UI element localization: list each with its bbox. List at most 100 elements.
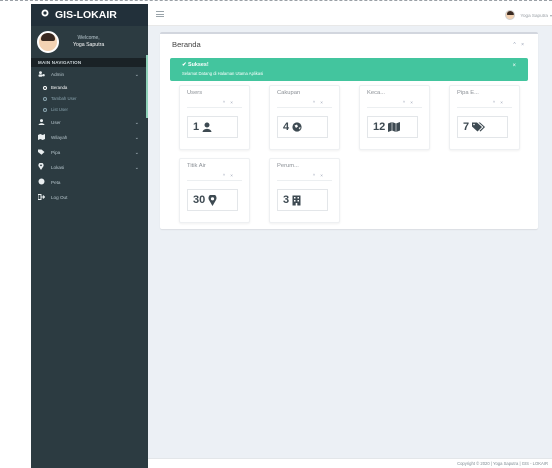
card-value: 3	[283, 194, 290, 206]
avatar	[37, 31, 59, 53]
divider	[277, 107, 332, 108]
box-tools[interactable]: ^ ×	[513, 42, 526, 48]
circle-icon	[43, 107, 47, 112]
stat-card-pipa: Pipa E... ^ × 7	[449, 85, 520, 150]
sidebar-item-lokasi[interactable]: Lokasi ⌄	[31, 160, 148, 175]
card-value-box: 7	[457, 116, 508, 138]
header-user-name: Yoga Saputra	[520, 12, 548, 18]
divider	[367, 107, 422, 108]
brand-logo[interactable]: GIS-LOKAIR	[31, 4, 148, 26]
sidebar-item-user[interactable]: User ⌄	[31, 115, 148, 130]
sidebar-item-pipa[interactable]: Pipa ⌄	[31, 145, 148, 160]
card-title: Perum...	[277, 163, 299, 169]
map-marker-icon	[41, 9, 49, 21]
header-user-menu[interactable]: Yoga Saputra ▾	[505, 10, 552, 20]
user-name: Yoga Saputra	[73, 42, 105, 48]
building-icon	[292, 195, 301, 206]
sidebar-item-peta[interactable]: Peta	[31, 175, 148, 190]
sidebar-item-logout[interactable]: Log Out	[31, 190, 148, 205]
user-icon	[202, 122, 212, 132]
card-title: Pipa E...	[457, 90, 479, 96]
user-info: Welcome, Yoga Saputra	[73, 35, 104, 49]
sidebar-subitem-tambah-user[interactable]: Tambah User	[31, 93, 148, 104]
card-title: Cakupan	[277, 90, 301, 96]
card-title: Keca...	[367, 90, 386, 96]
alert-title: ✔ Sukses!	[182, 62, 209, 68]
sidebar-subitem-label: Beranda	[51, 85, 68, 90]
footer: Copyright © 2020 | Yoga Saputra | GIS - …	[148, 458, 552, 468]
card-tools[interactable]: ^ ×	[223, 100, 235, 105]
stat-card-users: Users ^ × 1	[179, 85, 250, 150]
globe-icon	[38, 178, 46, 187]
person-gear-icon	[38, 70, 46, 79]
sidebar: GIS-LOKAIR Welcome, Yoga Saputra MAIN NA…	[31, 4, 148, 468]
top-navbar: Yoga Saputra ▾	[148, 4, 552, 26]
card-value: 7	[463, 121, 470, 133]
sidebar-subitem-label: Tambah User	[51, 96, 77, 101]
sidebar-item-label: Lokasi	[51, 165, 65, 170]
card-value-box: 3	[277, 189, 328, 211]
sidebar-subitem-beranda[interactable]: Beranda	[31, 82, 148, 93]
card-value: 4	[283, 121, 290, 133]
stat-card-perumahan: Perum... ^ × 3	[269, 158, 340, 223]
sidebar-item-label: Log Out	[51, 195, 68, 200]
divider	[187, 107, 242, 108]
sidebar-subitem-label: List User	[51, 107, 68, 112]
divider	[457, 107, 512, 108]
card-tools[interactable]: ^ ×	[403, 100, 415, 105]
card-title: Titik Air	[187, 163, 206, 169]
map-icon	[388, 122, 401, 132]
card-value-box: 30	[187, 189, 238, 211]
tags-icon	[38, 149, 46, 157]
divider	[187, 180, 242, 181]
copyright-text: Copyright © 2020 | Yoga Saputra | GIS - …	[457, 461, 548, 466]
nav-header: MAIN NAVIGATION	[31, 58, 148, 67]
page-title: Beranda	[172, 40, 201, 49]
chevron-down-icon: ⌄	[134, 164, 139, 171]
sidebar-item-label: Peta	[51, 180, 61, 185]
card-title: Users	[187, 90, 203, 96]
card-tools[interactable]: ^ ×	[493, 100, 505, 105]
map-icon	[38, 133, 46, 142]
card-value-box: 1	[187, 116, 238, 138]
divider	[277, 180, 332, 181]
card-tools[interactable]: ^ ×	[223, 173, 235, 178]
card-tools[interactable]: ^ ×	[313, 173, 325, 178]
menu-toggle-icon[interactable]	[156, 11, 164, 17]
map-marker-icon	[208, 194, 217, 206]
card-value: 12	[373, 121, 386, 133]
card-value: 1	[193, 121, 200, 133]
avatar	[505, 10, 516, 20]
close-icon[interactable]: ×	[512, 63, 516, 69]
sidebar-item-label: Admin	[51, 72, 65, 77]
brand-name: GIS-LOKAIR	[55, 9, 117, 21]
admin-submenu: Beranda Tambah User List User	[31, 82, 148, 115]
globe-icon	[292, 122, 303, 132]
card-tools[interactable]: ^ ×	[313, 100, 325, 105]
sidebar-item-label: Pipa	[51, 150, 61, 155]
sidebar-item-wilayah[interactable]: Wilayah ⌄	[31, 130, 148, 145]
stat-card-kecamatan: Keca... ^ × 12	[359, 85, 430, 150]
tags-icon	[472, 122, 486, 132]
sidebar-item-admin[interactable]: Admin ⌄	[31, 67, 148, 82]
sidebar-item-label: Wilayah	[51, 135, 68, 140]
user-icon	[38, 118, 46, 127]
circle-icon	[43, 85, 47, 90]
card-value-box: 4	[277, 116, 328, 138]
main-content: Beranda ^ × ✔ Sukses! Selamat Datang di …	[148, 26, 552, 468]
user-panel: Welcome, Yoga Saputra	[31, 26, 148, 58]
sidebar-subitem-list-user[interactable]: List User	[31, 104, 148, 115]
chevron-down-icon: ⌄	[134, 149, 139, 156]
card-value-box: 12	[367, 116, 418, 138]
stat-card-cakupan: Cakupan ^ × 4	[269, 85, 340, 150]
chevron-down-icon: ⌄	[134, 71, 139, 78]
chevron-down-icon: ⌄	[134, 119, 139, 126]
card-value: 30	[193, 194, 206, 206]
alert-message: Selamat Datang di Halaman Utama Aplikasi	[182, 71, 264, 76]
sidebar-item-label: User	[51, 120, 61, 125]
dashboard-box: Beranda ^ × ✔ Sukses! Selamat Datang di …	[160, 32, 538, 229]
welcome-text: Welcome,	[77, 35, 100, 41]
success-alert: ✔ Sukses! Selamat Datang di Halaman Utam…	[170, 58, 528, 81]
circle-icon	[43, 96, 47, 101]
stat-card-titik-air: Titik Air ^ × 30	[179, 158, 250, 223]
